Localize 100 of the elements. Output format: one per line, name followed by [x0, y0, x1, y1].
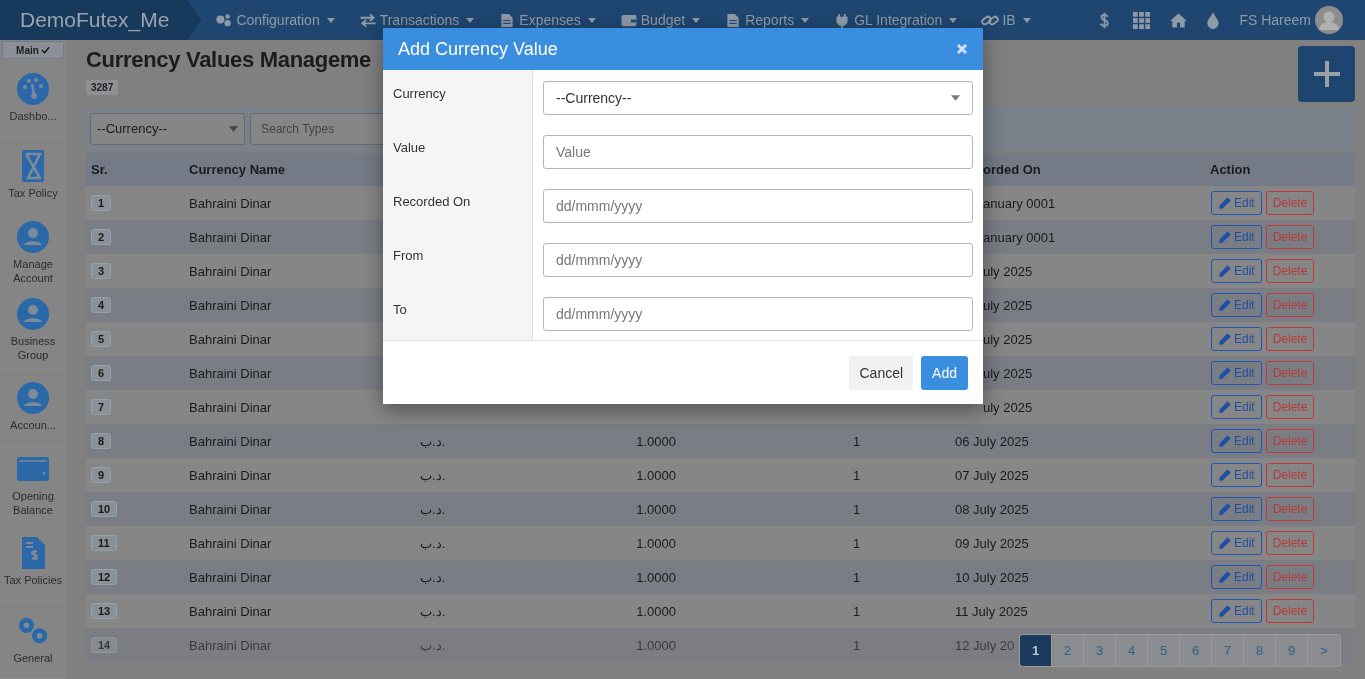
- currency-select[interactable]: --Currency--: [543, 81, 973, 115]
- sidebar-item[interactable]: Manage Account: [0, 214, 66, 292]
- delete-button[interactable]: Delete: [1265, 191, 1315, 215]
- main-badge[interactable]: Main: [2, 41, 64, 60]
- column-header: Action: [1209, 162, 1252, 177]
- pencil-icon: [1218, 604, 1232, 618]
- delete-button[interactable]: Delete: [1265, 531, 1315, 555]
- pencil-icon: [1218, 400, 1232, 414]
- delete-button[interactable]: Delete: [1265, 429, 1315, 453]
- caret-icon: [587, 17, 596, 23]
- sidebar-item[interactable]: Business Group: [0, 291, 66, 370]
- serial-number: 4: [91, 297, 112, 313]
- edit-button[interactable]: Edit: [1211, 327, 1262, 351]
- edit-button[interactable]: Edit: [1211, 531, 1262, 555]
- caret-icon: [949, 17, 958, 23]
- nav-menu-item[interactable]: Reports: [724, 12, 810, 28]
- pencil-icon: [1218, 332, 1232, 346]
- table-cell: Bahraini Dinar: [189, 263, 272, 279]
- page-button[interactable]: 3: [1084, 635, 1116, 666]
- user-name[interactable]: FS Hareem: [1239, 12, 1311, 28]
- input-field[interactable]: dd/mmm/yyyy: [543, 243, 973, 277]
- delete-button[interactable]: Delete: [1265, 293, 1315, 317]
- edit-button[interactable]: Edit: [1211, 259, 1262, 283]
- page-button[interactable]: >: [1308, 635, 1340, 666]
- sidebar-item[interactable]: Tax Policies: [0, 524, 66, 602]
- edit-button[interactable]: Edit: [1211, 497, 1262, 521]
- nav-menu-item[interactable]: Configuration: [215, 12, 335, 28]
- delete-button[interactable]: Delete: [1265, 497, 1315, 521]
- table-cell: 12 July 20: [955, 637, 1015, 653]
- table-cell: uly 2025: [983, 399, 1033, 415]
- table-cell: 11 July 2025: [955, 603, 1028, 619]
- add-button[interactable]: [1298, 46, 1355, 102]
- edit-button[interactable]: Edit: [1211, 395, 1262, 419]
- edit-button[interactable]: Edit: [1211, 191, 1262, 215]
- serial-number: 12: [91, 569, 118, 585]
- nav-menu-item[interactable]: GL Integration: [833, 12, 958, 28]
- input-field[interactable]: Value: [543, 135, 973, 169]
- page-button[interactable]: 9: [1276, 635, 1308, 666]
- drop-icon[interactable]: [1207, 11, 1220, 29]
- pencil-icon: [1218, 366, 1232, 380]
- sidebar-item[interactable]: General: [0, 601, 66, 679]
- nav-menu-item[interactable]: IB: [981, 12, 1031, 28]
- edit-button[interactable]: Edit: [1211, 361, 1262, 385]
- page-button[interactable]: 7: [1212, 635, 1244, 666]
- nav-menu-item[interactable]: Expenses: [498, 12, 596, 28]
- page-button[interactable]: 1: [1020, 635, 1052, 666]
- pencil-icon: [1218, 570, 1232, 584]
- delete-button[interactable]: Delete: [1265, 463, 1315, 487]
- pencil-icon: [1218, 502, 1232, 516]
- cancel-button[interactable]: Cancel: [849, 355, 914, 390]
- gauge-icon: [17, 72, 49, 105]
- wallet-icon: [619, 12, 638, 28]
- avatar-icon[interactable]: [1315, 6, 1343, 34]
- delete-button[interactable]: Delete: [1265, 225, 1315, 249]
- page-button[interactable]: 4: [1116, 635, 1148, 666]
- edit-button[interactable]: Edit: [1211, 565, 1262, 589]
- page-button[interactable]: 5: [1148, 635, 1180, 666]
- delete-button[interactable]: Delete: [1265, 361, 1315, 385]
- pencil-icon: [1218, 298, 1232, 312]
- user-icon: [17, 220, 49, 253]
- delete-button[interactable]: Delete: [1265, 599, 1315, 623]
- home-icon[interactable]: [1170, 11, 1188, 29]
- input-field[interactable]: dd/mmm/yyyy: [543, 297, 973, 331]
- sidebar-item[interactable]: Tax Policy: [0, 136, 66, 215]
- serial-number: 11: [91, 535, 117, 551]
- delete-button[interactable]: Delete: [1265, 565, 1315, 589]
- input-field[interactable]: dd/mmm/yyyy: [543, 189, 973, 223]
- currency-select[interactable]: --Currency--: [90, 112, 245, 145]
- edit-button[interactable]: Edit: [1211, 293, 1262, 317]
- delete-button[interactable]: Delete: [1265, 259, 1315, 283]
- table-cell: Bahraini Dinar: [189, 195, 272, 211]
- nav-menu-item[interactable]: Budget: [619, 12, 701, 28]
- nav-menu-item[interactable]: Transactions: [358, 12, 475, 28]
- user-icon: [17, 382, 49, 415]
- edit-button[interactable]: Edit: [1211, 429, 1262, 453]
- sidebar-item[interactable]: Accoun...: [0, 369, 66, 447]
- caret-icon: [1022, 17, 1031, 23]
- sidebar-item[interactable]: Opening Balance: [0, 446, 66, 525]
- plus-icon: [1311, 59, 1342, 89]
- table-cell: uly 2025: [983, 331, 1033, 347]
- add-button[interactable]: Add: [921, 355, 968, 390]
- page-button[interactable]: 8: [1244, 635, 1276, 666]
- field-label: Currency: [393, 86, 446, 101]
- close-icon[interactable]: [956, 43, 968, 55]
- table-cell: Bahraini Dinar: [189, 603, 272, 619]
- page-button[interactable]: 6: [1180, 635, 1212, 666]
- edit-button[interactable]: Edit: [1211, 599, 1262, 623]
- pencil-icon: [1218, 536, 1232, 550]
- grid-icon[interactable]: [1133, 11, 1151, 29]
- delete-button[interactable]: Delete: [1265, 327, 1315, 351]
- edit-button[interactable]: Edit: [1211, 225, 1262, 249]
- brand-logo[interactable]: DemoFutex_Me: [0, 0, 202, 40]
- edit-button[interactable]: Edit: [1211, 463, 1262, 487]
- delete-button[interactable]: Delete: [1265, 395, 1315, 419]
- table-cell: Bahraini Dinar: [189, 365, 272, 381]
- serial-number: 13: [91, 603, 118, 619]
- sidebar-item[interactable]: Dashbo...: [0, 59, 66, 137]
- table-cell: د.ب.: [420, 569, 446, 585]
- page-title: Currency Values Manageme: [86, 47, 372, 73]
- page-button[interactable]: 2: [1052, 635, 1084, 666]
